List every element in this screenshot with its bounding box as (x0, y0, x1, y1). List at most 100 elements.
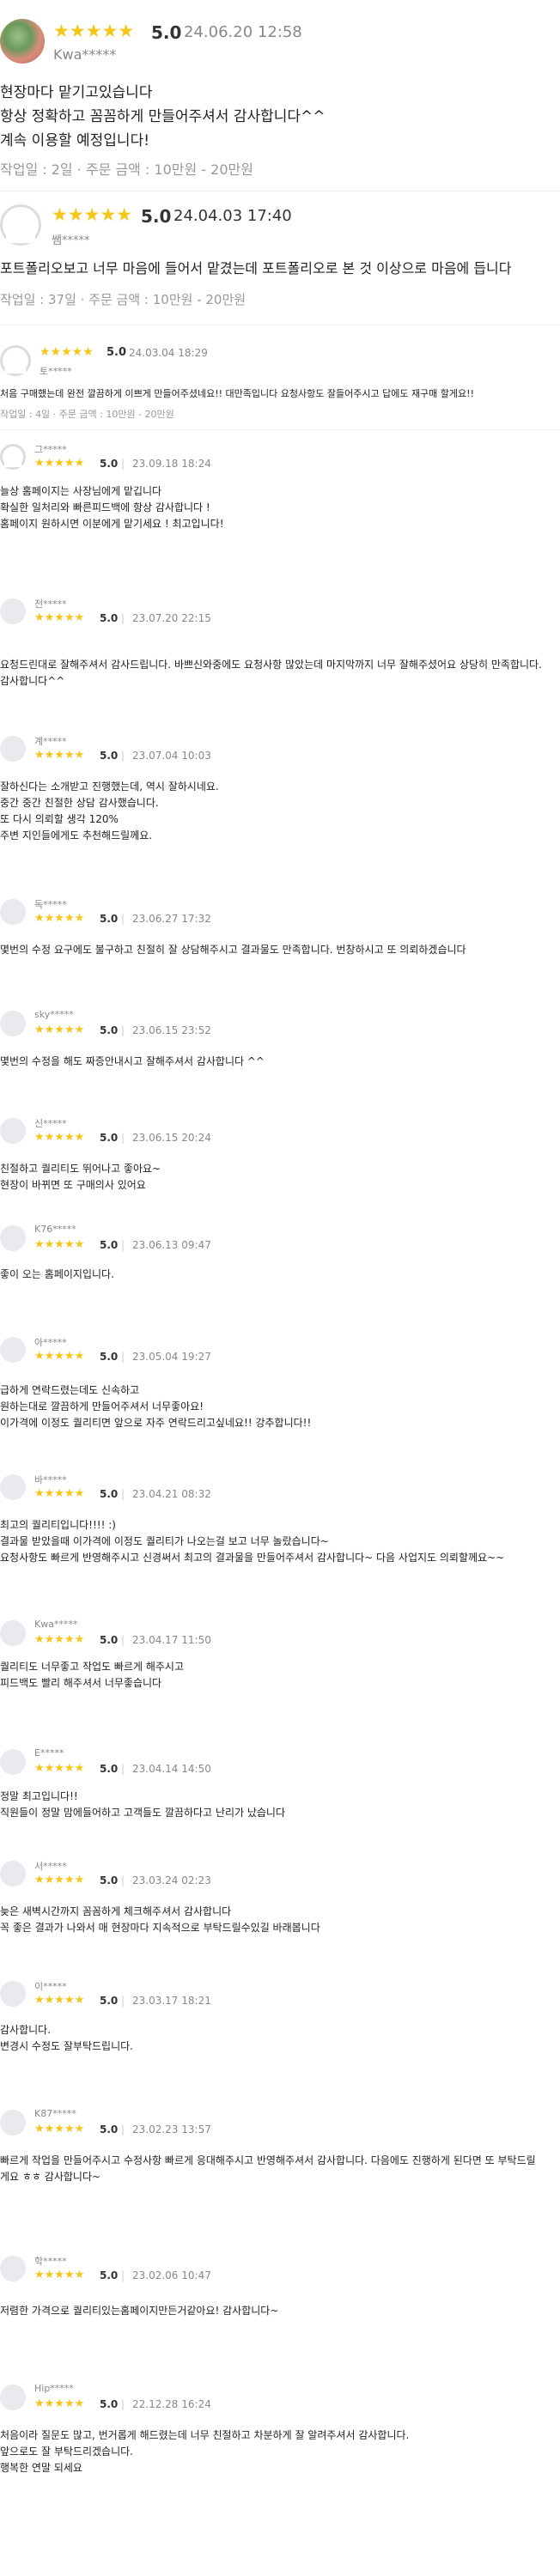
review-date: 24.04.03 17:40 (173, 207, 292, 225)
rating-score: 5.0 (141, 206, 172, 227)
rating-score: 5.0 (107, 346, 127, 359)
reviewer-name: 쌤***** (52, 234, 90, 247)
reviewer-name: 토***** (40, 366, 72, 377)
rating-score: 5.0 (100, 458, 119, 470)
review-date: 24.06.20 12:58 (184, 23, 302, 41)
star-rating: ★★★★★ (34, 1762, 85, 1775)
review-date: 23.06.15 20:24 (132, 1132, 211, 1144)
reviewer-name: Kwa***** (53, 46, 117, 63)
reviewer-name: 전***** (34, 598, 67, 610)
separator: | (121, 1874, 125, 1886)
star-rating: ★★★★★ (34, 2123, 85, 2136)
separator: | (121, 458, 125, 470)
rating-score: 5.0 (100, 1132, 119, 1144)
separator: | (121, 2123, 125, 2136)
separator: | (121, 1763, 125, 1775)
review-text: 저렴한 가격으로 퀄리티있는홈페이지만든거같아요! 감사합니다~ (0, 2305, 279, 2317)
avatar (0, 1225, 26, 1251)
reviewer-name: 서***** (34, 1861, 67, 1872)
avatar (0, 1620, 26, 1646)
avatar (0, 1749, 26, 1775)
rating-score: 5.0 (100, 1024, 119, 1036)
review-text: 빠르게 작업을 만들어주시고 수정사항 빠르게 응대해주시고 반영해주셔서 감사… (0, 2154, 536, 2183)
star-rating: ★★★★★ (34, 1487, 85, 1500)
order-meta: 작업일 : 37일 · 주문 금액 : 10만원 - 20만원 (0, 292, 247, 307)
star-rating: ★★★★★ (34, 1874, 85, 1886)
reviewer-name: E***** (34, 1747, 64, 1759)
avatar (0, 1474, 26, 1500)
separator: | (121, 1132, 125, 1144)
review-text: 포트폴리오보고 너무 마음에 들어서 맡겼는데 포트폴리오로 본 것 이상으로 … (0, 260, 512, 276)
reviewer-name: 바***** (34, 1474, 67, 1485)
star-rating: ★★★★★ (34, 1131, 85, 1144)
separator: | (121, 913, 125, 925)
star-rating: ★★★★★ (34, 1350, 85, 1363)
review-date: 23.04.17 11:50 (132, 1634, 211, 1646)
rating-score: 5.0 (151, 22, 182, 43)
avatar (0, 2256, 26, 2281)
star-rating: ★★★★★ (34, 2397, 85, 2410)
rating-score: 5.0 (100, 2398, 119, 2410)
rating-score: 5.0 (100, 1874, 119, 1886)
review-date: 24.03.04 18:29 (129, 347, 208, 359)
review-text: 처음이라 질문도 많고, 번거롭게 해드렸는데 너무 친절하고 차분하게 잘 알… (0, 2429, 410, 2474)
avatar (0, 736, 26, 762)
review-text: 늦은 새벽시간까지 꼼꼼하게 체크해주셔서 감사합니다 꼭 좋은 결과가 나와서… (0, 1905, 320, 1934)
review-text: 몇번의 수정을 해도 짜증안내시고 잘해주셔서 감사합니다 ^^ (0, 1055, 265, 1067)
order-meta: 작업일 : 2일 · 주문 금액 : 10만원 - 20만원 (0, 161, 253, 178)
review-date: 23.06.27 17:32 (132, 913, 211, 925)
review-text: 요청드린대로 잘해주셔서 감사드립니다. 바쁘신와중에도 요청사항 많았는데 마… (0, 659, 542, 687)
avatar (0, 598, 26, 624)
star-rating: ★★★★★ (34, 457, 85, 470)
rating-score: 5.0 (100, 612, 119, 624)
review-date: 23.05.04 19:27 (132, 1351, 211, 1363)
star-rating: ★★★★★ (34, 1024, 85, 1036)
avatar (0, 1011, 26, 1036)
review-date: 23.03.17 18:21 (132, 1995, 211, 2007)
reviewer-name: K87***** (34, 2108, 76, 2119)
reviewer-name: 학***** (34, 2256, 67, 2267)
avatar (0, 1118, 26, 1144)
star-rating: ★★★★★ (34, 611, 85, 624)
star-rating: ★★★★★ (40, 345, 94, 359)
separator: | (121, 1239, 125, 1251)
review-text: 급하게 연락드렸는데도 신속하고 원하는대로 깔끔하게 만들어주셔서 너무좋아요… (0, 1384, 312, 1429)
separator: | (121, 1351, 125, 1363)
review-text: 감사합니다. 변경시 수정도 잘부탁드립니다. (0, 2024, 133, 2052)
avatar (0, 204, 41, 246)
star-rating: ★★★★★ (34, 1994, 85, 2007)
separator: | (121, 612, 125, 624)
star-rating: ★★★★★ (34, 749, 85, 762)
review-date: 23.07.04 10:03 (132, 750, 211, 762)
avatar (0, 1861, 26, 1886)
rating-score: 5.0 (100, 913, 119, 925)
separator: | (121, 1634, 125, 1646)
star-rating: ★★★★★ (53, 21, 135, 41)
avatar (0, 345, 31, 376)
reviewer-name: 아***** (34, 1337, 67, 1348)
rating-score: 5.0 (100, 2123, 119, 2136)
rating-score: 5.0 (100, 1351, 119, 1363)
rating-score: 5.0 (100, 1634, 119, 1646)
reviewer-name: 신***** (34, 1118, 67, 1129)
order-meta: 작업일 : 4일 · 주문 금액 : 10만원 - 20만원 (0, 409, 174, 420)
separator: | (121, 750, 125, 762)
avatar (0, 2110, 26, 2136)
review-text: 처음 구매했는데 완전 깔끔하게 이쁘게 만들어주셨네요!! 대만족입니다 요청… (0, 388, 474, 399)
review-text: 최고의 퀄리티입니다!!!! :) 결과물 받았을때 이가격에 이정도 퀄리티가… (0, 1519, 505, 1564)
review-date: 23.06.15 23:52 (132, 1024, 211, 1036)
avatar (0, 444, 26, 470)
review-date: 23.02.23 13:57 (132, 2123, 211, 2136)
star-rating: ★★★★★ (52, 204, 133, 225)
separator: | (121, 1024, 125, 1036)
review-text: 정말 최고입니다!! 직원들이 정말 맘에들어하고 고객들도 깔끔하다고 난리가… (0, 1790, 286, 1819)
review-text: 좋이 오는 홈페이지입니다. (0, 1268, 114, 1280)
rating-score: 5.0 (100, 750, 119, 762)
review-date: 23.09.18 18:24 (132, 458, 211, 470)
review-text: 몇번의 수정 요구에도 불구하고 친절히 잘 상담해주시고 결과물도 만족합니다… (0, 944, 466, 956)
reviewer-name: Hip***** (34, 2383, 74, 2394)
reviewer-name: 독***** (34, 899, 67, 910)
reviewer-name: 계***** (34, 736, 67, 747)
review-text: 잘하신다는 소개받고 진행했는데, 역시 잘하시네요. 중간 중간 친절한 상담… (0, 781, 219, 841)
review-text: 퀄리티도 너무좋고 작업도 빠르게 해주시고 피드백도 빨리 해주셔서 너무좋습… (0, 1661, 184, 1689)
